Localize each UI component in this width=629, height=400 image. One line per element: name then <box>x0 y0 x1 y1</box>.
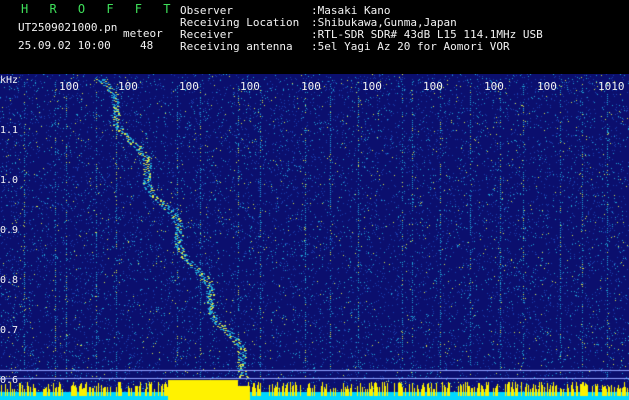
x-tick-label: 100 <box>59 80 79 93</box>
y-tick-label: 0.9 <box>0 225 19 236</box>
info-value: :5el Yagi Az 20 for Aomori VOR <box>311 40 510 53</box>
y-tick-label: 1.0 <box>0 175 19 186</box>
y-tick-label: 0.6 <box>0 375 19 386</box>
y-tick-label: 1.1 <box>0 125 19 136</box>
app-title: H R O F F T <box>21 2 178 16</box>
x-tick-label: 100 <box>537 80 557 93</box>
x-tick-label: 100 <box>423 80 443 93</box>
header-panel: H R O F F T UT2509021000.pn meteor 25.09… <box>0 0 629 74</box>
y-axis-unit: kHz <box>0 75 19 86</box>
x-tick-label: 100 <box>301 80 321 93</box>
info-label: Receiving antenna <box>180 40 293 53</box>
x-tick-label: 1010 <box>598 80 625 93</box>
x-tick-label: 100 <box>362 80 382 93</box>
timestamp: 25.09.02 10:00 <box>18 39 111 52</box>
x-tick-label: 100 <box>240 80 260 93</box>
event-count: 48 <box>140 39 154 52</box>
y-tick-label: 0.7 <box>0 325 19 336</box>
spectrogram-canvas[interactable] <box>0 74 629 400</box>
x-tick-label: 100 <box>118 80 138 93</box>
x-tick-label: 100 <box>179 80 199 93</box>
y-tick-label: 0.8 <box>0 275 19 286</box>
file-name: UT2509021000.pn <box>18 21 118 34</box>
x-tick-label: 100 <box>484 80 504 93</box>
